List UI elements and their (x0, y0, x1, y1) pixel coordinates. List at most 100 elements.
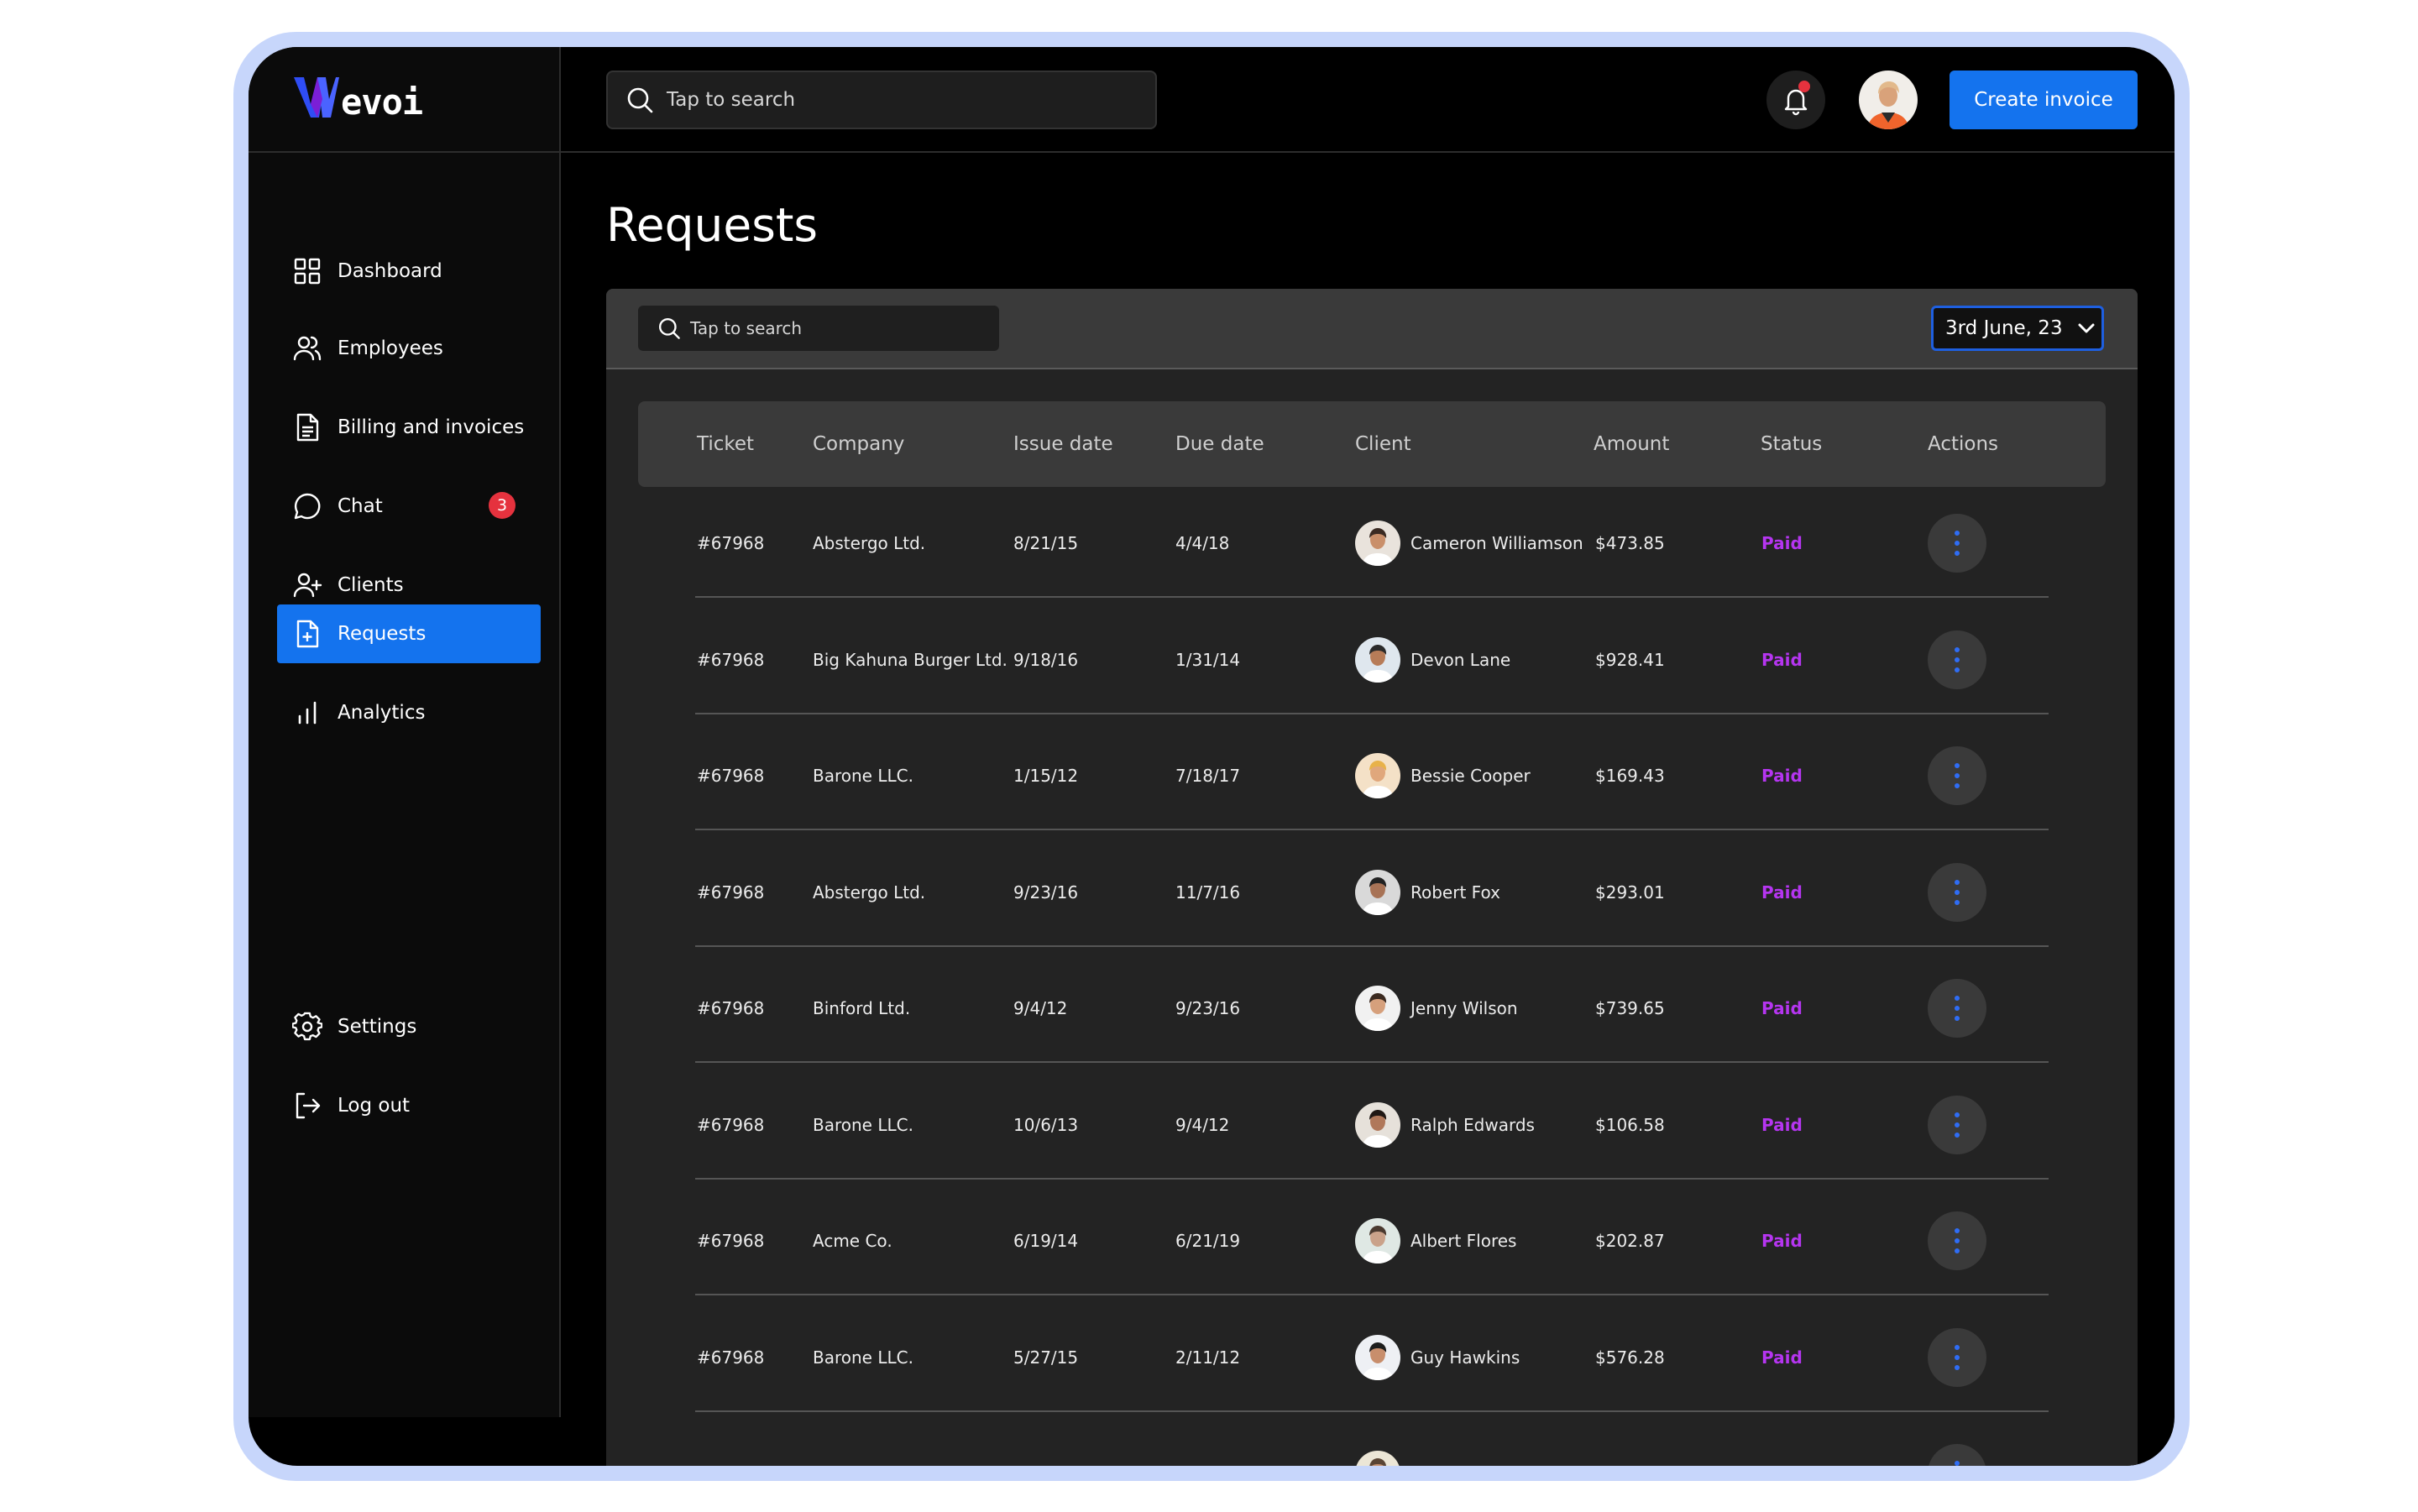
cell-client: Annette Black (1355, 1420, 1528, 1466)
sidebar-item-settings[interactable]: Settings (277, 997, 541, 1056)
row-divider (695, 1410, 2049, 1412)
sidebar-item-chat[interactable]: Chat 3 (277, 477, 541, 536)
row-divider (695, 944, 2049, 947)
column-header-actions: Actions (1928, 433, 1999, 455)
notification-dot (1798, 81, 1810, 92)
create-invoice-button[interactable]: Create invoice (1950, 71, 2138, 129)
table-row[interactable]: #67968 Acme Co. 6/19/14 6/21/19 Albert F… (606, 1188, 2138, 1295)
cell-amount: $473.85 (1595, 533, 1665, 553)
cell-ticket: #67968 (697, 882, 765, 902)
cell-actions (1928, 607, 1986, 713)
table-header: Ticket Company Issue date Due date Clien… (638, 401, 2106, 487)
chat-icon (292, 491, 322, 521)
date-filter-dropdown[interactable]: 3rd June, 23 (1931, 306, 2104, 351)
cell-client: Devon Lane (1355, 607, 1510, 713)
requests-panel: Tap to search 3rd June, 23 Ticket Compan… (606, 289, 2138, 1466)
column-header-issue-date[interactable]: Issue date (1013, 401, 1113, 487)
cell-ticket: #67968 (697, 533, 765, 553)
client-name: Bessie Cooper (1410, 766, 1531, 786)
table-row[interactable]: #67968 Barone LLC. 1/15/12 7/18/17 Bessi… (606, 723, 2138, 830)
row-actions-button[interactable] (1928, 1211, 1986, 1270)
sidebar-item-logout[interactable]: Log out (277, 1076, 541, 1135)
more-vertical-icon (1955, 1112, 1960, 1138)
cell-company: Abstergo Ltd. (813, 882, 926, 902)
client-name: Albert Flores (1410, 1231, 1517, 1251)
sidebar-item-requests[interactable]: Requests (277, 604, 541, 663)
client-avatar (1355, 1334, 1400, 1380)
cell-status: Paid (1761, 490, 1803, 596)
cell-issue-date: 10/6/13 (1013, 1114, 1079, 1135)
client-avatar (1355, 986, 1400, 1031)
column-header-due-date[interactable]: Due date (1175, 401, 1264, 487)
chat-unread-badge: 3 (489, 492, 516, 519)
notifications-button[interactable] (1766, 71, 1825, 129)
sidebar-item-billing[interactable]: Billing and invoices (277, 398, 541, 457)
cell-company: Barone LLC. (813, 1347, 913, 1368)
row-actions-button[interactable] (1928, 746, 1986, 805)
more-vertical-icon (1955, 1461, 1960, 1466)
search-placeholder: Tap to search (690, 318, 803, 338)
search-placeholder: Tap to search (667, 89, 796, 111)
column-header-ticket[interactable]: Ticket (697, 401, 754, 487)
sidebar-item-employees[interactable]: Employees (277, 319, 541, 378)
sidebar-item-dashboard[interactable]: Dashboard (277, 242, 541, 301)
cell-issue-date: 1/15/12 (1013, 766, 1079, 786)
row-actions-button[interactable] (1928, 862, 1986, 922)
cell-client: Bessie Cooper (1355, 723, 1531, 829)
cell-due-date: 6/21/19 (1175, 1231, 1241, 1251)
cell-amount: $169.43 (1595, 766, 1665, 786)
client-name: Ralph Edwards (1410, 1114, 1535, 1135)
sidebar-item-analytics[interactable]: Analytics (277, 683, 541, 742)
bar-chart-icon (292, 698, 322, 728)
table-row[interactable]: #67968 Barone LLC. 10/6/13 9/4/12 Ralph … (606, 1072, 2138, 1180)
table-row[interactable]: #67968 Barone LLC. 5/27/15 2/11/12 Guy H… (606, 1305, 2138, 1412)
column-header-amount[interactable]: Amount (1594, 401, 1669, 487)
row-actions-button[interactable] (1928, 1095, 1986, 1154)
cell-due-date: 7/18/17 (1175, 766, 1241, 786)
table-search-input[interactable]: Tap to search (638, 306, 999, 351)
sidebar-item-label: Employees (338, 337, 443, 359)
table-row[interactable]: #67968 Abstergo Ltd. 9/23/16 11/7/16 Rob… (606, 840, 2138, 947)
sidebar-item-label: Requests (338, 623, 427, 645)
cell-issue-date: 8/21/15 (1013, 533, 1079, 553)
sidebar-item-label: Dashboard (338, 260, 442, 282)
sidebar-item-label: Chat (338, 495, 383, 517)
cell-amount: $739.65 (1595, 998, 1665, 1018)
row-actions-button[interactable] (1928, 630, 1986, 689)
row-divider (695, 1294, 2049, 1295)
row-divider (695, 1061, 2049, 1063)
more-vertical-icon (1955, 1344, 1960, 1370)
row-actions-button[interactable] (1928, 1327, 1986, 1387)
row-divider (695, 712, 2049, 714)
cell-issue-date: 9/4/12 (1013, 998, 1068, 1018)
row-actions-button[interactable] (1928, 979, 1986, 1038)
topbar-divider (561, 151, 2175, 153)
app-logo[interactable]: evoi (292, 71, 423, 121)
user-avatar[interactable] (1859, 71, 1918, 129)
cell-company: Acme Co. (813, 1231, 892, 1251)
status-badge: Paid (1761, 1347, 1803, 1368)
table-row[interactable]: #67968 Abstergo Ltd. 8/21/15 4/4/18 Came… (606, 490, 2138, 598)
row-actions-button[interactable] (1928, 1444, 1986, 1466)
row-actions-button[interactable] (1928, 514, 1986, 573)
status-badge: Paid (1761, 766, 1803, 786)
client-name: Devon Lane (1410, 649, 1511, 670)
cell-status: Paid (1761, 955, 1803, 1061)
cell-due-date: 9/23/16 (1175, 998, 1241, 1018)
column-header-client[interactable]: Client (1355, 401, 1411, 487)
table-row[interactable]: #67968 Binford Ltd. 9/4/12 9/23/16 Jenny… (606, 955, 2138, 1063)
cell-issue-date: 9/23/16 (1013, 882, 1079, 902)
column-header-status[interactable]: Status (1761, 401, 1822, 487)
cell-due-date: 4/4/18 (1175, 533, 1230, 553)
table-row[interactable]: #67968 Biffco Enterprises Ltd. 8/15/17 1… (606, 1420, 2138, 1466)
cell-company: Barone LLC. (813, 1114, 913, 1135)
client-name: Guy Hawkins (1410, 1347, 1520, 1368)
cell-client: Guy Hawkins (1355, 1305, 1520, 1410)
cell-ticket: #67968 (697, 1114, 765, 1135)
table-row[interactable]: #67968 Big Kahuna Burger Ltd. 9/18/16 1/… (606, 607, 2138, 714)
search-icon (627, 87, 653, 113)
cell-amount: $576.28 (1595, 1347, 1665, 1368)
cell-ticket: #67968 (697, 766, 765, 786)
column-header-company[interactable]: Company (813, 401, 904, 487)
global-search-input[interactable]: Tap to search (606, 71, 1157, 129)
